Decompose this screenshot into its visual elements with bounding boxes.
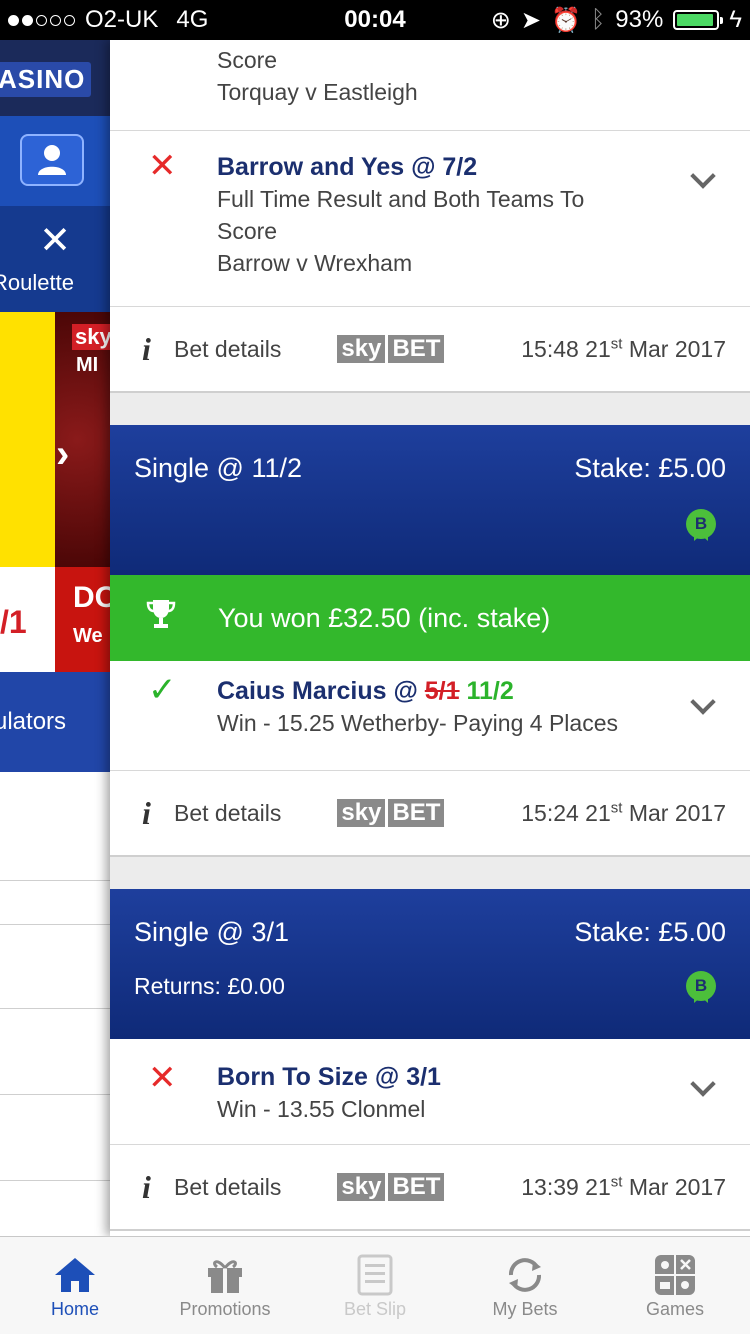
bet-separator (110, 393, 750, 425)
leg-market: Score (217, 47, 278, 73)
chevron-right-icon[interactable]: › (56, 432, 69, 477)
signal-strength-icon (8, 14, 75, 26)
bet-details-label: Bet details (174, 1173, 282, 1200)
bet-header: Single @ 11/2 Stake: £5.00 B (110, 425, 750, 575)
tab-label: Home (50, 1299, 99, 1319)
chevron-down-icon[interactable] (690, 1071, 716, 1097)
roulette-label: Roulette (0, 270, 74, 295)
bet-details-label: Bet details (174, 335, 282, 362)
account-bar (0, 116, 110, 206)
lost-cross-icon: ✕ (148, 1059, 177, 1097)
won-amount-text: You won £32.50 (inc. stake) (218, 602, 551, 633)
account-button[interactable] (20, 134, 84, 186)
leg-match: Barrow v Wrexham (217, 250, 413, 276)
promo-banner[interactable]: sky MI › /1 DO We (0, 312, 110, 672)
status-bar: O2-UK 4G 00:04 ⊕ ➤ ⏰ ᛒ 93% ϟ (0, 0, 750, 40)
casino-logo[interactable]: ASINO (0, 62, 92, 97)
bet-stake: Stake: £5.00 (574, 917, 726, 947)
tab-label: My Bets (492, 1299, 558, 1319)
tab-label: Games (645, 1299, 705, 1319)
betslip-icon (357, 1251, 393, 1299)
bet-returns: Returns: £0.00 (134, 973, 285, 999)
tab-label: Promotions (179, 1299, 271, 1319)
bet-details-row[interactable]: i Bet details sky BET 15:48 21st Mar 2017 (110, 307, 750, 393)
leg-match: Torquay v Eastleigh (217, 79, 418, 105)
skybet-logo: sky BET (337, 335, 445, 363)
network-type: 4G (176, 6, 209, 33)
info-icon: i (142, 794, 151, 831)
gift-icon (205, 1251, 245, 1299)
alarm-icon: ⏰ (550, 6, 581, 34)
tab-bar: Home Promotions Bet Slip My Bets Games (0, 1236, 750, 1334)
rotation-lock-icon: ⊕ (490, 6, 511, 34)
tab-label: Bet Slip (343, 1299, 407, 1319)
bet-leg[interactable]: ✓ Caius Marcius @ 5/1 11/2 Win - 15.25 W… (110, 661, 750, 771)
bet-placed-date: 15:24 21st Mar 2017 (521, 798, 726, 826)
user-icon (38, 145, 66, 175)
background-app: ASINO ✕ Roulette sky MI › /1 DO We ulato… (0, 40, 110, 1240)
promo-title: MI (76, 354, 99, 376)
bet-type: Single @ 3/1 (134, 917, 289, 947)
boosted-odds: 11/2 (466, 677, 514, 705)
bets-panel: Score Torquay v Eastleigh ✕ Barrow and Y… (110, 40, 750, 1236)
leg-title: Caius Marcius @ 5/1 11/2 (217, 677, 514, 705)
tab-bet-slip[interactable]: Bet Slip (300, 1237, 450, 1334)
location-icon: ➤ (520, 6, 541, 34)
leg-title: Barrow and Yes @ 7/2 (217, 153, 478, 181)
leg-market: Win - 13.55 Clonmel (217, 1096, 426, 1122)
bet-separator (110, 857, 750, 889)
trophy-icon (146, 598, 178, 638)
battery-icon (673, 10, 724, 30)
bet-placed-date: 13:39 21st Mar 2017 (521, 1172, 726, 1200)
promo-red-subtitle: We (73, 625, 103, 647)
bonus-badge-icon: B (686, 971, 716, 1003)
bet-stake: Stake: £5.00 (574, 453, 726, 483)
skybet-logo: sky BET (337, 799, 445, 827)
bet-placed-date: 15:48 21st Mar 2017 (521, 334, 726, 362)
casino-header: ASINO (0, 40, 110, 116)
home-icon (52, 1251, 98, 1299)
original-odds: 5/1 (424, 677, 460, 705)
promo-red-panel: DO We (55, 567, 110, 672)
background-list (0, 772, 110, 1240)
carrier-name: O2-UK (85, 6, 159, 33)
bonus-badge-icon: B (686, 509, 716, 541)
info-icon: i (142, 1168, 151, 1205)
skybet-logo: sky BET (337, 1173, 445, 1201)
charging-icon: ϟ (729, 6, 742, 33)
tab-games[interactable]: Games (600, 1237, 750, 1334)
tab-home[interactable]: Home (0, 1237, 150, 1334)
info-icon: i (142, 330, 151, 367)
bet-leg[interactable]: ✕ Barrow and Yes @ 7/2 Full Time Result … (110, 131, 750, 307)
lost-cross-icon: ✕ (148, 147, 177, 185)
bet-leg[interactable]: ✕ Born To Size @ 3/1 Win - 13.55 Clonmel (110, 1039, 750, 1145)
promo-odds: /1 (0, 604, 27, 640)
bet-leg: Score Torquay v Eastleigh (110, 40, 750, 131)
bet-type: Single @ 11/2 (134, 453, 303, 483)
bet-header: Single @ 3/1 Stake: £5.00 Returns: £0.00… (110, 889, 750, 1039)
refresh-icon (503, 1251, 547, 1299)
leg-market: Win - 15.25 Wetherby- Paying 4 Places (217, 710, 618, 736)
chevron-down-icon[interactable] (690, 689, 716, 715)
leg-title: Born To Size @ 3/1 (217, 1063, 441, 1091)
battery-percentage: 93% (615, 6, 664, 33)
chevron-down-icon[interactable] (690, 163, 716, 189)
promo-yellow-panel (0, 312, 55, 567)
bet-details-row[interactable]: i Bet details sky BET 15:24 21st Mar 2017 (110, 771, 750, 857)
won-banner: You won £32.50 (inc. stake) (110, 575, 750, 661)
roulette-icon: ✕ (39, 220, 71, 262)
won-check-icon: ✓ (148, 671, 177, 709)
bluetooth-icon: ᛒ (590, 6, 606, 33)
accumulators-nav[interactable]: ulators (0, 672, 110, 772)
accumulators-label: ulators (0, 708, 67, 735)
bet-details-row[interactable]: i Bet details sky BET 13:39 21st Mar 2017 (110, 1145, 750, 1231)
tab-my-bets[interactable]: My Bets (450, 1237, 600, 1334)
tab-promotions[interactable]: Promotions (150, 1237, 300, 1334)
bet-details-label: Bet details (174, 799, 282, 826)
leg-market: Full Time Result and Both Teams To Score (217, 186, 585, 244)
games-icon (654, 1251, 696, 1299)
promo-red-title: DO (73, 581, 110, 614)
roulette-nav[interactable]: ✕ Roulette (0, 206, 110, 312)
promo-sky-logo: sky (72, 324, 110, 350)
